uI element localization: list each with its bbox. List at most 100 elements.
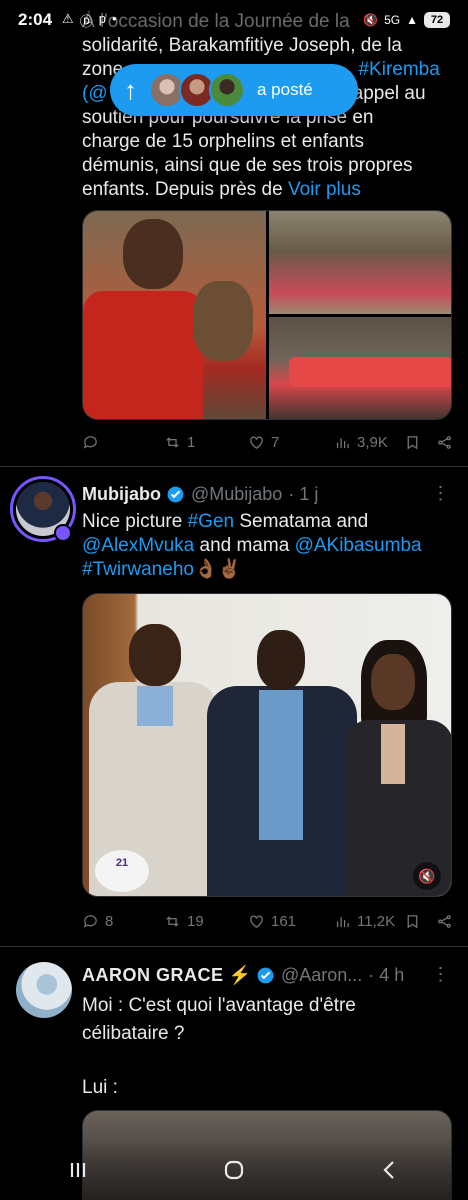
tweet2-photo[interactable]: 21 🔇 [82,593,452,897]
tweet-time: · 1 j [288,484,319,504]
tweet2-text[interactable]: Nice picture #Gen Sematama and @AlexMvuk… [82,510,452,582]
photo-detail [123,219,183,289]
more-options-icon[interactable]: ⋮ [430,965,450,987]
network-label: 5G [384,13,401,27]
views-button[interactable]: 11,2K [334,913,395,930]
reply-count: 8 [105,912,114,930]
views-button[interactable]: 3,9K [334,434,388,451]
avatar-aaron-grace[interactable] [16,962,72,1018]
author-handle[interactable]: @Mubijabo [191,484,282,505]
views-count: 3,9K [357,433,388,451]
emoji: 👌🏾✌🏾 [193,559,242,580]
author-handle[interactable]: @Aaron... [281,965,362,986]
photo-detail [371,654,415,710]
signal-icon: ▲ [406,13,418,27]
mute-icon[interactable]: 🔇 [413,862,441,890]
tweet1-photo-children[interactable] [269,211,451,314]
retweet-button[interactable]: 19 [164,913,204,930]
tweet1-photo-tables[interactable] [269,317,451,419]
photo-detail [129,624,181,686]
divider [0,466,468,467]
heart-icon [250,436,263,449]
back-button[interactable] [370,1150,410,1190]
app-icon: p [98,10,106,26]
arrow-up-icon: ↑ [124,74,137,105]
reply-button[interactable]: 8 [82,913,113,930]
like-button[interactable]: 7 [248,434,279,451]
reply-icon [83,435,97,449]
see-more-link[interactable]: Voir plus [288,179,361,200]
photo-detail [193,281,253,361]
tweet1-photo-man-with-baby[interactable] [83,211,266,419]
status-time: 2:04 [18,10,53,29]
more-options-icon[interactable]: ⋮ [430,484,450,506]
bookmark-button[interactable] [404,913,421,930]
tweet1-line-text: enfants. Depuis près de [82,179,283,200]
photo-detail [137,686,173,726]
share-icon [438,435,451,449]
like-count: 161 [271,912,297,930]
author-name[interactable]: AARON GRACE [82,965,224,986]
mute-status-icon: 🔇 [363,13,379,27]
like-count: 7 [271,433,280,451]
tweet2-action-bar: 8 19 161 11,2K [82,909,458,933]
share-button[interactable] [436,913,453,930]
verified-badge-icon [257,967,274,984]
like-button[interactable]: 161 [248,913,296,930]
tweet2-header: Mubijabo @Mubijabo · 1 j [82,484,318,505]
photo-detail [381,724,405,784]
system-nav-bar [0,1140,468,1200]
new-posts-pill[interactable]: ↑ a posté [110,64,358,116]
bookmark-icon [407,435,418,449]
home-button[interactable] [214,1150,254,1190]
reply-button[interactable] [82,434,99,451]
divider [0,946,468,947]
bolt-icon: ⚡ [228,965,251,985]
mention-link[interactable]: @AlexMvuka [82,535,194,556]
hashtag-link[interactable]: #Gen [188,511,234,532]
bookmark-button[interactable] [404,434,421,451]
back-icon [383,1161,394,1179]
tweet-time: · 4 h [368,965,405,985]
photo-detail [259,690,303,840]
profile-badge-icon [54,524,72,542]
share-icon [438,914,451,928]
heart-icon [250,915,263,928]
author-name[interactable]: Mubijabo [82,484,161,505]
recents-icon [70,1163,86,1177]
photo-detail [257,630,305,690]
hashtag-link[interactable]: #Kiremba [358,59,439,80]
tweet3-header: AARON GRACE ⚡ @Aaron... · 4 h [82,965,404,986]
status-bar: 2:04 ⚠ Ⓓ p • 🔇 5G ▲ 72 [0,0,468,40]
reply-icon [83,914,97,928]
tweet1-line: démunis, ainsi que de ses trois propres [82,155,413,176]
retweet-button[interactable]: 1 [164,434,195,451]
tweet3-line[interactable]: Lui : [82,1076,118,1100]
retweet-count: 19 [187,912,204,930]
verified-badge-icon [167,486,184,503]
hashtag-link[interactable]: #Twirwaneho [82,559,194,580]
avatar [209,72,245,108]
dot-icon: • [111,10,117,26]
photo-person [341,640,451,896]
views-count: 11,2K [357,912,396,930]
bookmark-icon [407,914,418,928]
tweet3-line[interactable]: célibataire ? [82,1022,184,1046]
tweet1-line-text: appel au [352,83,426,104]
share-button[interactable] [436,434,453,451]
tweet3-line[interactable]: Moi : C'est quoi l'avantage d'être [82,994,356,1018]
mention-link[interactable]: (@ [82,83,108,104]
tweet1-media-grid[interactable] [82,210,452,420]
recents-button[interactable] [58,1150,98,1190]
views-icon [336,916,349,927]
photo-person [207,630,357,896]
warning-icon: ⚠ [62,10,74,26]
tweet2-line: #Twirwaneho👌🏾✌🏾 [82,558,452,582]
mention-link[interactable]: @AKibasumba [295,535,422,556]
tweet-text: Sematama and [239,511,369,532]
tweet-text: and mama [199,535,290,556]
photo-logo: 21 [95,850,149,892]
photo-detail [289,357,451,387]
status-notification-icons: ⚠ Ⓓ p • [62,11,116,30]
tweet2-line: Nice picture #Gen Sematama and [82,510,452,534]
